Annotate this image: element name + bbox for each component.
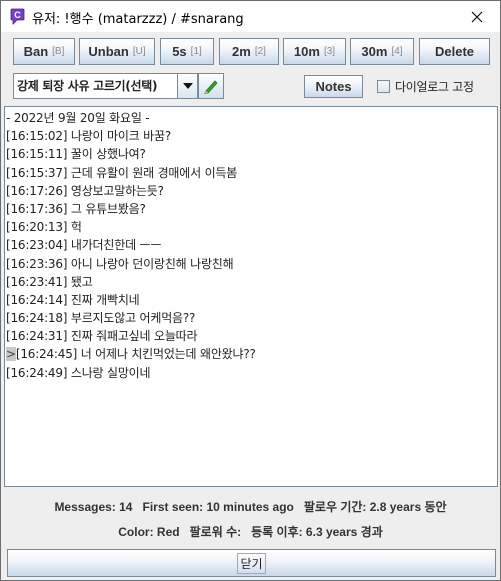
account-age: 등록 이후: 6.3 years 경과 bbox=[251, 525, 383, 539]
notes-button[interactable]: Notes bbox=[304, 75, 363, 98]
timeout-10m-hint: [3] bbox=[323, 46, 336, 57]
chat-line: [16:15:02] 나랑이 마이크 바꿈? bbox=[6, 127, 497, 145]
line-text: [16:20:13] 헉 bbox=[6, 220, 82, 235]
chat-line: [16:17:36] 그 유튜브봤음? bbox=[6, 200, 497, 218]
close-dialog-label: 닫기 bbox=[237, 552, 266, 574]
chat-history[interactable]: - 2022년 9월 20일 화요일 - [16:15:02] 나랑이 마이크 … bbox=[4, 106, 498, 487]
follow-age: 팔로우 기간: 2.8 years 동안 bbox=[303, 500, 447, 514]
chat-line: [16:15:11] 꿀이 상했나여? bbox=[6, 145, 497, 163]
line-text: [16:24:18] 부르지도않고 어케먹음?? bbox=[6, 311, 196, 326]
unban-button[interactable]: Unban [U] bbox=[79, 38, 155, 65]
unban-hint: [U] bbox=[132, 46, 146, 57]
close-dialog-button[interactable]: 닫기 bbox=[7, 549, 496, 577]
line-marker: > bbox=[6, 347, 16, 362]
chat-line: [16:24:49] 스나랑 실망이네 bbox=[6, 364, 497, 382]
title-bar: C 유저: !행수 (matarzzz) / #snarang bbox=[1, 1, 500, 32]
first-seen: First seen: 10 minutes ago bbox=[142, 500, 294, 514]
chat-line: [16:23:36] 아니 나랑아 던이랑친해 나랑친해 bbox=[6, 255, 497, 273]
chat-line: - 2022년 9월 20일 화요일 - bbox=[6, 109, 497, 127]
timeout-2m-hint: [2] bbox=[254, 46, 266, 57]
ban-hint: [B] bbox=[52, 46, 65, 57]
svg-text:C: C bbox=[14, 10, 21, 20]
timeout-30m-hint: [4] bbox=[391, 46, 403, 57]
line-text: [16:24:45] 너 어제나 치킨먹었는데 왜안왔냐?? bbox=[15, 347, 256, 362]
follower-count: 팔로워 수: bbox=[189, 525, 242, 539]
timeout-10m-label: 10m bbox=[293, 44, 320, 59]
timeout-2m-button[interactable]: 2m [2] bbox=[219, 38, 279, 65]
user-color: Color: Red bbox=[118, 525, 180, 539]
timeout-30m-label: 30m bbox=[361, 44, 388, 59]
line-text: [16:15:02] 나랑이 마이크 바꿈? bbox=[6, 129, 171, 144]
dropdown-arrow-button[interactable] bbox=[177, 74, 197, 98]
ban-reason-value: 강제 퇴장 사유 고르기(선택) bbox=[17, 79, 158, 93]
chat-line: [16:23:41] 됐고 bbox=[6, 273, 497, 291]
line-text: - 2022년 9월 20일 화요일 - bbox=[6, 111, 150, 125]
chat-line-selected: >[16:24:45] 너 어제나 치킨먹었는데 왜안왔냐?? bbox=[6, 345, 497, 363]
line-text: [16:24:49] 스나랑 실망이네 bbox=[6, 365, 151, 380]
line-text: [16:15:11] 꿀이 상했나여? bbox=[6, 147, 146, 162]
message-count: Messages: 14 bbox=[54, 500, 133, 514]
timeout-30m-button[interactable]: 30m [4] bbox=[350, 38, 414, 65]
chat-line: [16:15:37] 근데 유활이 원래 경매에서 이득봄 bbox=[6, 164, 497, 182]
chevron-down-icon bbox=[182, 83, 193, 89]
line-text: [16:24:14] 진짜 개빡치네 bbox=[6, 292, 140, 307]
pin-dialog-checkbox[interactable] bbox=[377, 80, 390, 93]
delete-button[interactable]: Delete bbox=[419, 38, 490, 65]
line-text: [16:15:37] 근데 유활이 원래 경매에서 이득봄 bbox=[6, 165, 238, 180]
ban-label: Ban bbox=[23, 44, 49, 59]
notes-label: Notes bbox=[315, 79, 352, 94]
user-info-dialog: C 유저: !행수 (matarzzz) / #snarang Ban [B] U… bbox=[0, 0, 501, 581]
timeout-2m-label: 2m bbox=[232, 44, 251, 59]
chat-line: [16:20:13] 헉 bbox=[6, 218, 497, 236]
pin-dialog-toggle[interactable]: 다이얼로그 고정 bbox=[377, 78, 474, 95]
line-text: [16:17:26] 영상보고말하는듯? bbox=[6, 183, 164, 198]
chat-line: [16:23:04] 내가더친한데 ㅡㅡ bbox=[6, 236, 497, 254]
ban-button[interactable]: Ban [B] bbox=[13, 38, 75, 65]
user-stats-row-2: Color: Red 팔로워 수: 등록 이후: 6.3 years 경과 bbox=[1, 523, 500, 540]
edit-reasons-button[interactable] bbox=[198, 73, 224, 99]
twitch-chat-icon: C bbox=[10, 8, 25, 25]
chat-line: [16:17:26] 영상보고말하는듯? bbox=[6, 182, 497, 200]
user-stats-row-1: Messages: 14 First seen: 10 minutes ago 팔로… bbox=[1, 498, 500, 515]
line-text: [16:23:36] 아니 나랑아 던이랑친해 나랑친해 bbox=[6, 256, 234, 271]
pin-dialog-label: 다이얼로그 고정 bbox=[395, 80, 474, 94]
window-title: 유저: !행수 (matarzzz) / #snarang bbox=[32, 12, 244, 27]
chat-line: [16:24:18] 부르지도않고 어케먹음?? bbox=[6, 309, 497, 327]
window-close-button[interactable] bbox=[454, 1, 500, 32]
line-text: [16:23:41] 됐고 bbox=[6, 274, 93, 289]
delete-label: Delete bbox=[434, 44, 475, 59]
pencil-icon bbox=[204, 80, 218, 94]
chat-line: [16:24:14] 진짜 개빡치네 bbox=[6, 291, 497, 309]
line-text: [16:23:04] 내가더친한데 ㅡㅡ bbox=[6, 238, 162, 253]
unban-label: Unban bbox=[88, 44, 129, 59]
line-text: [16:17:36] 그 유튜브봤음? bbox=[6, 201, 146, 216]
ban-reason-select[interactable]: 강제 퇴장 사유 고르기(선택) bbox=[13, 73, 198, 99]
line-text: [16:24:31] 진짜 줘패고싶네 오늘따라 bbox=[6, 329, 198, 344]
close-icon bbox=[471, 11, 483, 22]
timeout-5s-label: 5s bbox=[172, 44, 187, 59]
timeout-10m-button[interactable]: 10m [3] bbox=[283, 38, 346, 65]
timeout-5s-hint: [1] bbox=[190, 46, 202, 57]
chat-line: [16:24:31] 진짜 줘패고싶네 오늘따라 bbox=[6, 327, 497, 345]
timeout-5s-button[interactable]: 5s [1] bbox=[160, 38, 214, 65]
